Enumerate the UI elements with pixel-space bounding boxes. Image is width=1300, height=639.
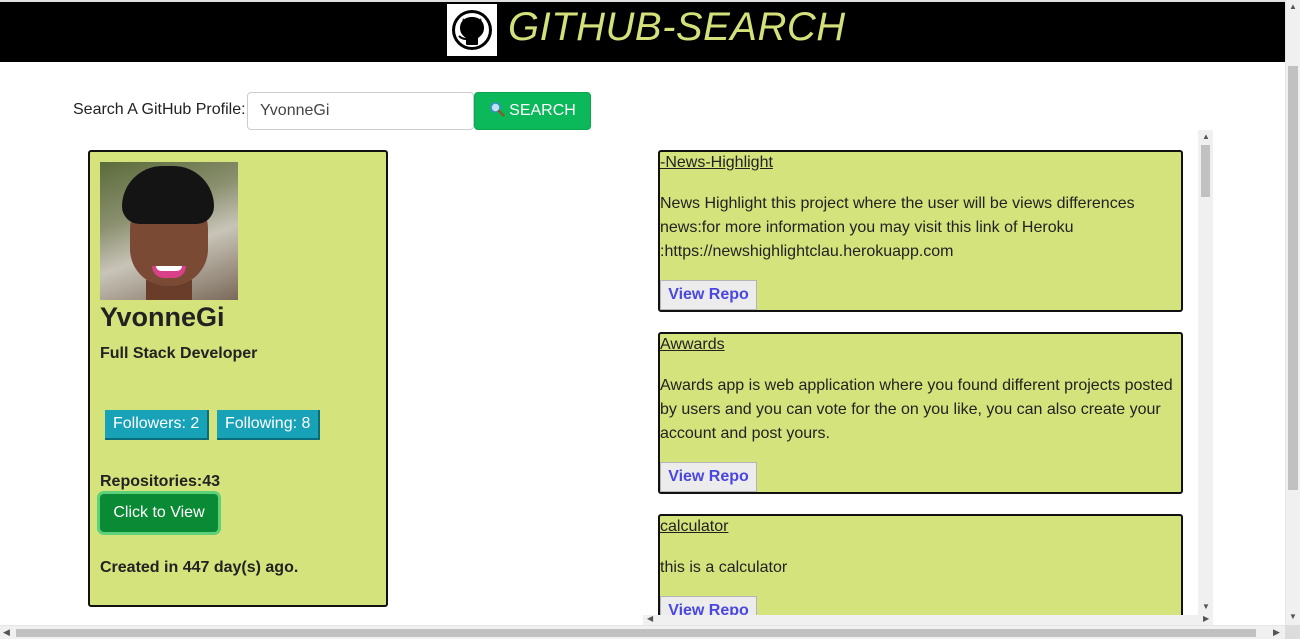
scroll-down-icon[interactable]: ▼ [1289,612,1297,621]
window-vertical-scrollbar[interactable]: ▲ ▼ [1285,0,1300,625]
repo-name-link[interactable]: Awwards [660,336,725,354]
profile-bio: Full Stack Developer [100,345,258,362]
profile-username: YvonneGi [100,302,225,332]
repo-card: -News-Highlight News Highlight this proj… [658,150,1183,312]
repo-list-horizontal-scrollbar[interactable]: ◀ ▶ [643,614,1213,625]
repo-name-link[interactable]: calculator [660,518,728,536]
repo-description: News Highlight this project where the us… [660,195,1135,260]
created-ago: Created in 447 day(s) ago. [100,559,299,576]
scroll-thumb[interactable] [16,629,1256,637]
scroll-right-icon[interactable]: ▶ [1203,614,1209,623]
scroll-left-icon[interactable]: ◀ [3,627,10,638]
search-label: Search A GitHub Profile: [73,101,246,118]
scroll-thumb[interactable] [1201,145,1210,197]
view-repo-button[interactable]: View Repo [660,462,757,492]
view-repo-button[interactable]: View Repo [660,280,757,310]
scroll-down-icon[interactable]: ▼ [1202,602,1210,611]
app-header: GITHUB-SEARCH [0,0,1285,62]
scroll-thumb[interactable] [1288,66,1298,490]
click-to-view-button[interactable]: Click to View [100,494,218,532]
search-button[interactable]: SEARCH [474,92,591,130]
scroll-right-icon[interactable]: ▶ [1273,627,1280,638]
repo-list-vertical-scrollbar[interactable]: ▲ ▼ [1198,130,1213,615]
scroll-left-icon[interactable]: ◀ [647,614,653,623]
repo-name-link[interactable]: -News-Highlight [660,154,773,172]
scroll-up-icon[interactable]: ▲ [1202,132,1210,141]
repo-card: calculator this is a calculator View Rep… [658,514,1183,625]
window-horizontal-scrollbar[interactable]: ◀ ▶ [0,625,1285,639]
repo-list[interactable]: -News-Highlight News Highlight this proj… [643,130,1213,625]
repositories-count: Repositories:43 [100,473,221,490]
repo-description: Awards app is web application where you … [660,377,1173,442]
following-badge: Following: 8 [217,410,321,440]
app-title: GITHUB-SEARCH [508,5,846,49]
avatar [100,162,238,300]
repo-card: Awwards Awards app is web application wh… [658,332,1183,494]
search-button-label: SEARCH [509,102,576,119]
scrollbar-corner [1285,625,1300,639]
scroll-up-icon[interactable]: ▲ [1289,2,1297,11]
page: GITHUB-SEARCH Search A GitHub Profile: S… [0,0,1300,639]
repo-description: this is a calculator [660,559,788,576]
magnifier-icon [489,101,505,122]
profile-card: YvonneGi Full Stack Developer Followers:… [88,150,388,607]
followers-badge: Followers: 2 [105,410,210,440]
search-input[interactable] [247,92,474,130]
github-logo-icon [447,4,497,56]
